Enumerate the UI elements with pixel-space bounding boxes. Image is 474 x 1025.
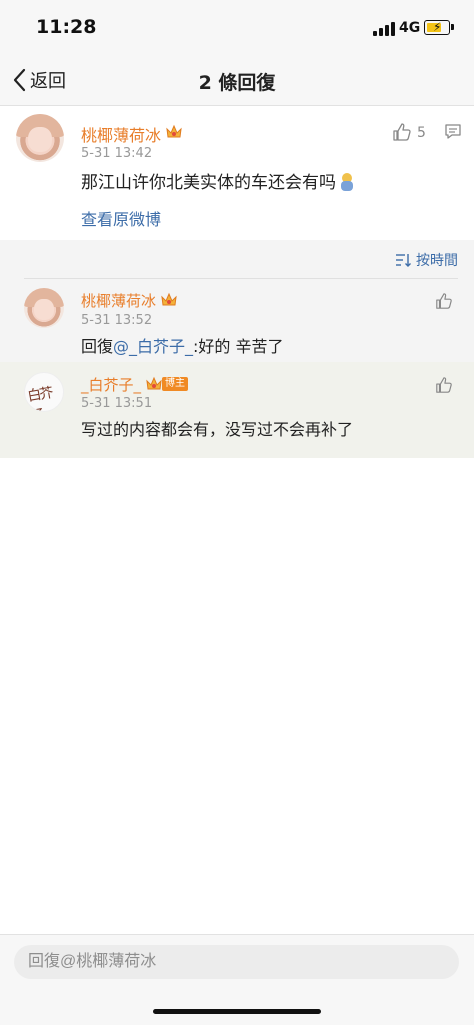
status-time: 11:28 xyxy=(36,16,97,38)
status-bar: 11:28 4G ⚡ xyxy=(0,0,474,56)
like-icon[interactable] xyxy=(435,292,453,310)
reply-user-name[interactable]: _白芥子_ xyxy=(81,374,141,395)
replies-section: 按時間 桃椰薄荷冰 5-31 13:52 回復@_白芥子_:好的 辛苦了 白芥子… xyxy=(0,240,474,458)
sort-by-time-button[interactable]: 按時間 xyxy=(395,250,458,270)
divider xyxy=(24,278,458,279)
reply-timestamp: 5-31 13:51 xyxy=(81,396,153,411)
member-crown-icon xyxy=(166,124,182,138)
like-count: 5 xyxy=(417,125,426,141)
comment-user-name[interactable]: 桃椰薄荷冰 xyxy=(81,122,161,146)
sort-icon xyxy=(396,254,411,267)
comment-timestamp: 5-31 13:42 xyxy=(81,146,153,161)
reply-prefix: 回復 xyxy=(81,337,114,356)
mention-link[interactable]: @_白芥子_ xyxy=(113,337,193,356)
reply-text: 写过的内容都会有，没写过不会再补了 xyxy=(81,420,354,439)
avatar[interactable] xyxy=(24,288,64,328)
page-title: 2 條回復 xyxy=(198,72,276,94)
network-label: 4G xyxy=(399,20,421,36)
baby-emoji-icon xyxy=(340,173,354,191)
comment-text: 那江山许你北美实体的车还会有吗 xyxy=(81,168,354,193)
view-original-link[interactable]: 查看原微博 xyxy=(81,206,161,230)
reply-user-name[interactable]: 桃椰薄荷冰 xyxy=(81,290,156,311)
main-comment: 桃椰薄荷冰 5-31 13:42 那江山许你北美实体的车还会有吗 查看原微博 5 xyxy=(0,106,474,240)
reply-bar xyxy=(0,934,474,1025)
sort-label: 按時間 xyxy=(416,253,458,269)
blogger-badge: 博主 xyxy=(162,377,188,391)
reply-timestamp: 5-31 13:52 xyxy=(81,313,153,328)
like-icon[interactable] xyxy=(392,122,412,142)
reply-item: 白芥子 _白芥子_ 博主 5-31 13:51 写过的内容都会有，没写过不会再补… xyxy=(0,362,474,458)
battery-icon: ⚡ xyxy=(424,20,454,35)
reply-input[interactable] xyxy=(14,945,459,979)
like-icon[interactable] xyxy=(435,376,453,394)
signal-icon xyxy=(373,22,395,36)
avatar[interactable]: 白芥子 xyxy=(24,372,64,412)
member-crown-icon xyxy=(146,376,162,390)
member-crown-icon xyxy=(161,292,177,306)
comment-icon[interactable] xyxy=(444,123,462,141)
nav-bar: 返回 2 條回復 xyxy=(0,56,474,106)
comment-text-body: 那江山许你北美实体的车还会有吗 xyxy=(81,173,336,193)
home-indicator xyxy=(153,1009,321,1014)
reply-text-body: :好的 辛苦了 xyxy=(193,337,284,356)
reply-text: 回復@_白芥子_:好的 辛苦了 xyxy=(81,333,284,357)
avatar[interactable] xyxy=(16,114,64,162)
reply-item: 桃椰薄荷冰 5-31 13:52 回復@_白芥子_:好的 辛苦了 xyxy=(0,280,474,362)
